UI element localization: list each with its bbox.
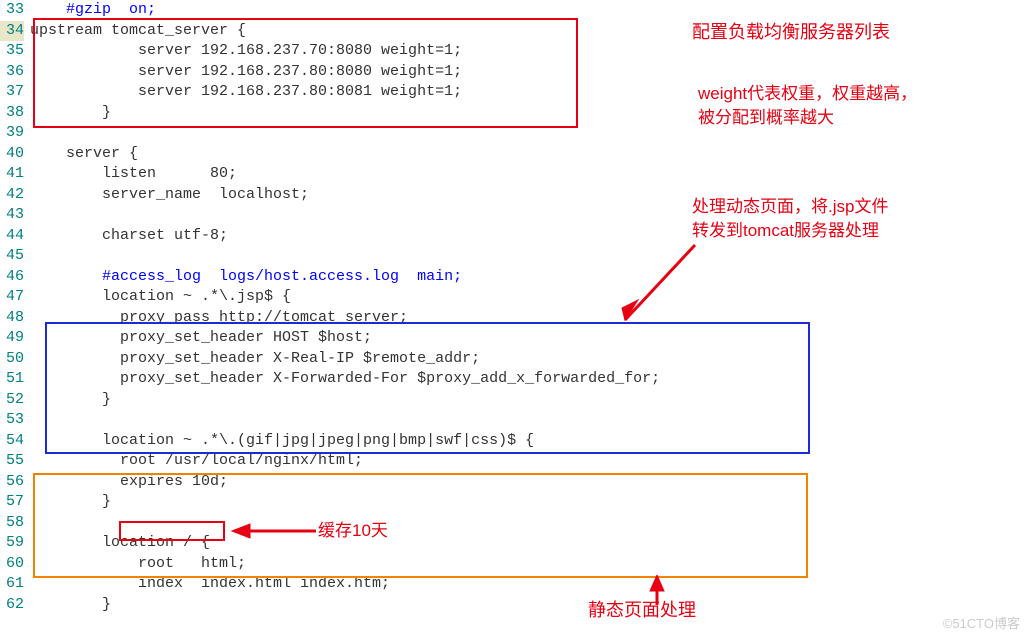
annotation-upstream: 配置负载均衡服务器列表 xyxy=(692,20,890,44)
line-number: 44 xyxy=(0,226,24,247)
line-number: 61 xyxy=(0,574,24,595)
line-number: 52 xyxy=(0,390,24,411)
code-line: root /usr/local/nginx/html; xyxy=(30,451,1028,472)
annotation-weight: weight代表权重，权重越高， 被分配到概率越大 xyxy=(698,82,917,130)
line-number: 57 xyxy=(0,492,24,513)
code-line xyxy=(30,513,1028,534)
line-number: 36 xyxy=(0,62,24,83)
line-number: 38 xyxy=(0,103,24,124)
code-line: root html; xyxy=(30,554,1028,575)
code-line: #access_log logs/host.access.log main; xyxy=(30,267,1028,288)
line-number: 33 xyxy=(0,0,24,21)
line-number: 54 xyxy=(0,431,24,452)
line-number: 41 xyxy=(0,164,24,185)
code-line: #gzip on; xyxy=(30,0,1028,21)
line-number: 51 xyxy=(0,369,24,390)
annotation-static: 静态页面处理 xyxy=(588,598,696,622)
code-line: listen 80; xyxy=(30,164,1028,185)
code-line: location ~ .*\.jsp$ { xyxy=(30,287,1028,308)
line-number: 46 xyxy=(0,267,24,288)
line-number: 42 xyxy=(0,185,24,206)
line-number: 48 xyxy=(0,308,24,329)
code-line xyxy=(30,246,1028,267)
line-number: 53 xyxy=(0,410,24,431)
code-line: proxy_set_header HOST $host; xyxy=(30,328,1028,349)
line-number: 49 xyxy=(0,328,24,349)
line-number: 34 xyxy=(0,21,24,42)
code-line: proxy_pass http://tomcat_server; xyxy=(30,308,1028,329)
annotation-dynamic: 处理动态页面，将.jsp文件 转发到tomcat服务器处理 xyxy=(692,195,888,243)
code-line: proxy_set_header X-Forwarded-For $proxy_… xyxy=(30,369,1028,390)
line-number: 56 xyxy=(0,472,24,493)
code-line: location ~ .*\.(gif|jpg|jpeg|png|bmp|swf… xyxy=(30,431,1028,452)
line-number-gutter: 3334353637383940414243444546474849505152… xyxy=(0,0,30,615)
line-number: 50 xyxy=(0,349,24,370)
line-number: 55 xyxy=(0,451,24,472)
line-number: 43 xyxy=(0,205,24,226)
code-line xyxy=(30,410,1028,431)
code-line: proxy_set_header X-Real-IP $remote_addr; xyxy=(30,349,1028,370)
line-number: 58 xyxy=(0,513,24,534)
line-number: 60 xyxy=(0,554,24,575)
line-number: 37 xyxy=(0,82,24,103)
code-line: } xyxy=(30,390,1028,411)
code-line: index index.html index.htm; xyxy=(30,574,1028,595)
code-line: server 192.168.237.80:8080 weight=1; xyxy=(30,62,1028,83)
code-line: server { xyxy=(30,144,1028,165)
code-line: expires 10d; xyxy=(30,472,1028,493)
line-number: 59 xyxy=(0,533,24,554)
watermark: ©51CTO博客 xyxy=(943,613,1020,632)
code-line: } xyxy=(30,492,1028,513)
line-number: 45 xyxy=(0,246,24,267)
line-number: 35 xyxy=(0,41,24,62)
line-number: 47 xyxy=(0,287,24,308)
line-number: 39 xyxy=(0,123,24,144)
code-line: location / { xyxy=(30,533,1028,554)
code-line: } xyxy=(30,595,1028,616)
annotation-expires: 缓存10天 xyxy=(318,519,388,543)
line-number: 62 xyxy=(0,595,24,616)
line-number: 40 xyxy=(0,144,24,165)
code-line: server 192.168.237.70:8080 weight=1; xyxy=(30,41,1028,62)
